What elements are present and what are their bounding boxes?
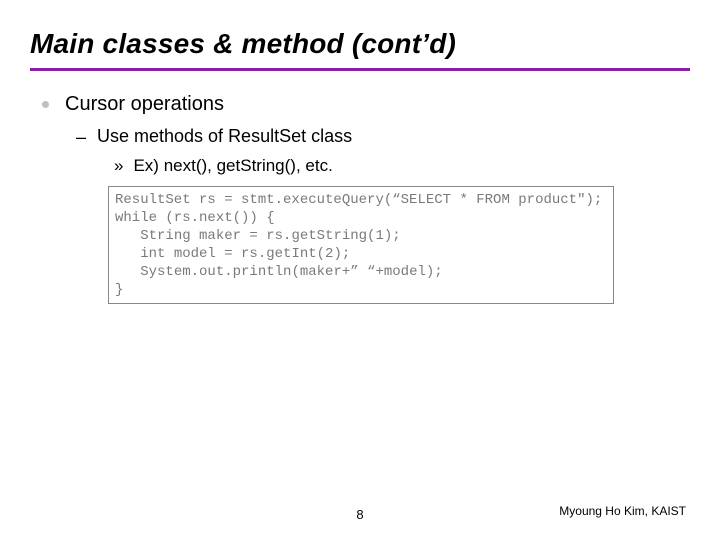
bullet-level-3-text: Ex) next(), getString(), etc. xyxy=(133,156,332,176)
bullet-level-2-text: Use methods of ResultSet class xyxy=(97,126,352,147)
title-underline xyxy=(30,68,690,71)
code-text: ResultSet rs = stmt.executeQuery(“SELECT… xyxy=(115,191,607,299)
bullet-level-3: » Ex) next(), getString(), etc. xyxy=(114,156,690,176)
code-block: ResultSet rs = stmt.executeQuery(“SELECT… xyxy=(108,186,614,304)
dash-icon: – xyxy=(76,126,85,148)
footer-credit: Myoung Ho Kim, KAIST xyxy=(559,504,686,518)
bullet-level-1-text: Cursor operations xyxy=(65,93,224,116)
bullet-dot-icon xyxy=(42,101,49,108)
bullet-level-2: – Use methods of ResultSet class xyxy=(76,126,690,148)
slide-body: Cursor operations – Use methods of Resul… xyxy=(30,93,690,304)
slide-title: Main classes & method (cont’d) xyxy=(30,28,690,60)
guillemet-icon: » xyxy=(114,156,123,176)
slide: Main classes & method (cont’d) Cursor op… xyxy=(0,0,720,540)
bullet-level-1: Cursor operations xyxy=(42,93,690,116)
